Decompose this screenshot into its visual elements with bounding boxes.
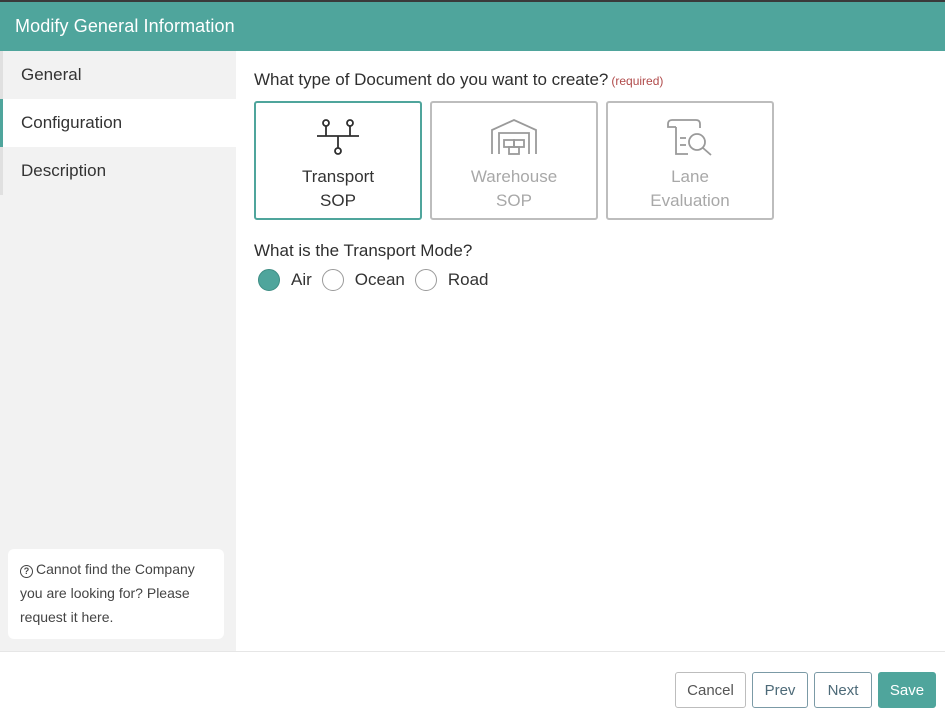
document-type-cards: Transport SOP Warehouse SOP Lane Evaluat…	[254, 101, 774, 220]
cancel-button[interactable]: Cancel	[675, 672, 746, 708]
transport-mode-question: What is the Transport Mode?	[254, 241, 473, 260]
dialog-header: Modify General Information	[0, 0, 945, 51]
sidebar-item-description[interactable]: Description	[0, 147, 236, 195]
radio-ocean[interactable]: Ocean	[321, 269, 405, 291]
card-label: Lane Evaluation	[650, 167, 730, 210]
card-label: Transport SOP	[301, 167, 375, 210]
radio-label: Ocean	[354, 270, 405, 289]
help-card[interactable]: ? Cannot find the Company you are looking…	[8, 549, 224, 639]
card-transport-sop[interactable]: Transport SOP	[254, 101, 422, 220]
help-text: Cannot find the Company you are looking …	[20, 561, 195, 625]
transport-mode-radio-group: Air Ocean Road	[258, 269, 499, 291]
question-circle-icon: ?	[20, 565, 33, 578]
main-content: What type of Document do you want to cre…	[236, 51, 945, 651]
sidebar-item-label: Configuration	[21, 113, 123, 132]
radio-label: Air	[291, 270, 312, 289]
sidebar: General Configuration Description ? Canno…	[0, 51, 236, 651]
radio-button[interactable]	[321, 269, 344, 291]
sidebar-item-general[interactable]: General	[0, 51, 236, 99]
card-label: Warehouse SOP	[470, 167, 558, 210]
document-type-question: What type of Document do you want to cre…	[254, 70, 663, 90]
radio-label: Road	[447, 270, 489, 289]
question-text: What type of Document do you want to cre…	[254, 70, 609, 89]
sidebar-item-label: General	[21, 65, 82, 84]
radio-air[interactable]: Air	[258, 269, 312, 291]
prev-button[interactable]: Prev	[752, 672, 808, 708]
card-lane-evaluation[interactable]: Lane Evaluation	[606, 101, 774, 220]
dialog-footer: Cancel Prev Next Save	[0, 651, 945, 721]
radio-button[interactable]	[414, 269, 437, 291]
card-warehouse-sop[interactable]: Warehouse SOP	[430, 101, 598, 220]
radio-button[interactable]	[258, 269, 280, 291]
required-label: (required)	[611, 74, 664, 88]
sidebar-item-label: Description	[21, 161, 107, 180]
dialog-title: Modify General Information	[15, 16, 235, 36]
sidebar-item-configuration[interactable]: Configuration	[0, 99, 236, 147]
transport-network-icon	[313, 117, 363, 157]
radio-road[interactable]: Road	[414, 269, 489, 291]
document-search-icon	[665, 117, 715, 157]
save-button[interactable]: Save	[878, 672, 936, 708]
next-button[interactable]: Next	[814, 672, 872, 708]
warehouse-icon	[489, 117, 539, 157]
